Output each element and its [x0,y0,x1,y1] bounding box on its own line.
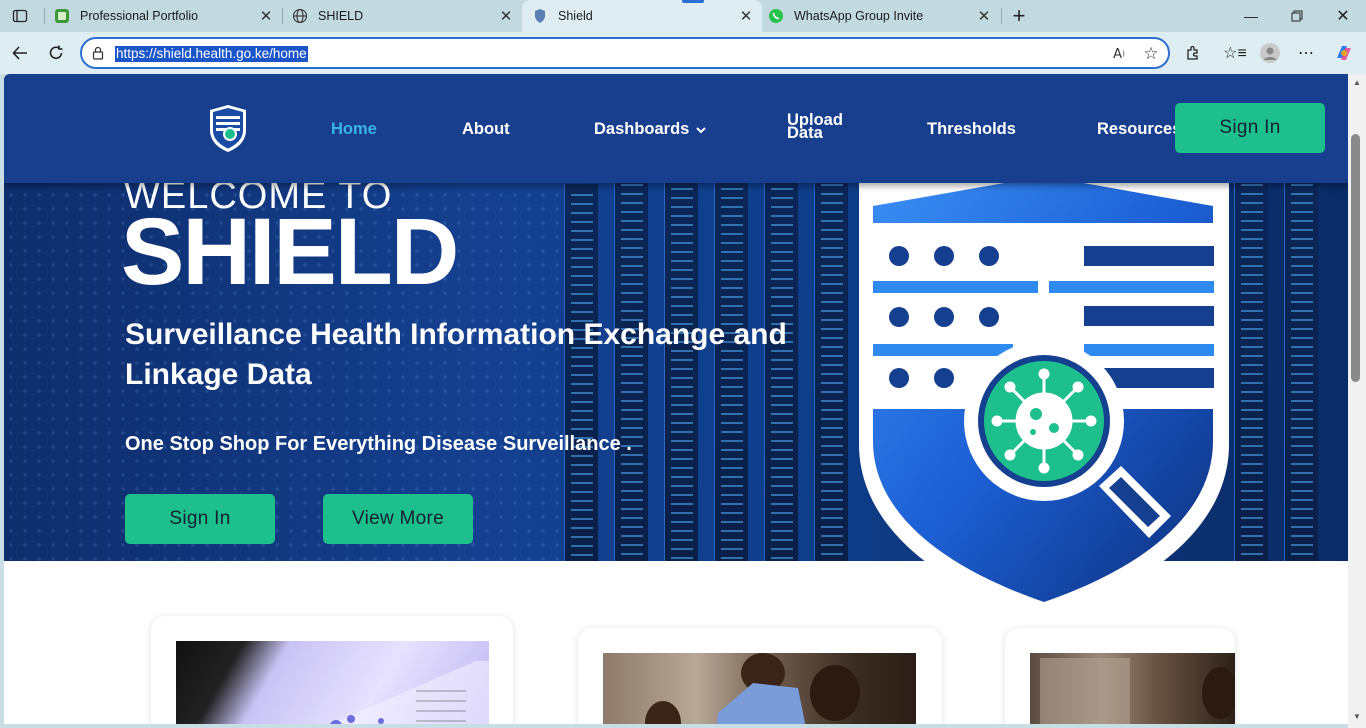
copilot-icon[interactable] [1330,39,1358,67]
nav-thresholds[interactable]: Thresholds [927,120,1016,139]
lock-icon[interactable] [91,46,105,65]
more-options-icon[interactable]: ⋯ [1292,39,1320,67]
whatsapp-icon [768,8,784,24]
refresh-button[interactable] [42,39,70,67]
card-image-dashboard-laptop [176,641,489,724]
close-icon[interactable]: ✕ [496,7,516,25]
shield-logo[interactable] [208,104,248,159]
server-rack [1234,174,1268,561]
nav-upload-data[interactable]: Upload Data [787,112,857,142]
chevron-down-icon [696,127,706,134]
feature-card[interactable] [151,616,513,724]
close-icon[interactable]: ✕ [974,7,994,25]
page-viewport: Home About Dashboards Upload Data Thresh… [4,74,1348,724]
restore-button[interactable] [1274,0,1320,32]
close-icon[interactable]: ✕ [256,7,276,25]
hero-title: SHIELD [121,199,459,305]
tab-professional-portfolio[interactable]: Professional Portfolio ✕ [44,0,282,32]
scroll-up-arrow-icon[interactable]: ▲ [1353,78,1361,87]
card-image-team-meeting [603,653,916,724]
view-more-button[interactable]: View More [323,494,473,544]
favorites-icon[interactable]: ☆≡ [1221,39,1249,67]
back-button[interactable] [6,39,34,67]
nav-home[interactable]: Home [331,120,377,139]
new-tab-button[interactable]: + [996,0,1042,32]
portfolio-favicon [54,8,70,24]
server-rack [1284,174,1318,561]
nav-resources[interactable]: Resources [1097,120,1181,139]
tab-title: WhatsApp Group Invite [794,9,924,23]
tab-shield-active[interactable]: Shield ✕ [522,0,762,32]
nav-dashboards-label: Dashboards [594,120,690,138]
browser-tab-strip: Professional Portfolio ✕ SHIELD ✕ Shield… [0,0,1366,32]
hero-tagline: One Stop Shop For Everything Disease Sur… [125,433,632,455]
nav-dashboards[interactable]: Dashboards [594,120,706,139]
tab-title: Professional Portfolio [80,9,199,23]
nav-about[interactable]: About [462,120,510,139]
tab-whatsapp[interactable]: WhatsApp Group Invite ✕ [762,0,1000,32]
card-image-field-work [1030,653,1235,724]
hero-subtitle: Surveillance Health Information Exchange… [125,318,787,391]
shield-favicon [532,8,548,24]
read-aloud-icon[interactable]: A) [1110,45,1128,63]
close-window-button[interactable]: ✕ [1320,0,1366,32]
profile-avatar[interactable] [1256,39,1284,67]
site-navbar: Home About Dashboards Upload Data Thresh… [4,74,1348,183]
scroll-down-arrow-icon[interactable]: ▼ [1353,712,1361,721]
nav-sign-in-button[interactable]: Sign In [1175,103,1325,153]
scroll-thumb[interactable] [1351,134,1360,382]
tab-shield-globe[interactable]: SHIELD ✕ [282,0,522,32]
tab-title: SHIELD [318,9,364,23]
minimize-button[interactable]: — [1228,0,1274,32]
globe-icon [292,8,308,24]
address-bar[interactable]: https://shield.health.go.ke/home A) ☆ [80,37,1170,69]
url-text[interactable]: https://shield.health.go.ke/home [115,46,308,62]
shield-virus-illustration [851,166,1236,636]
browser-toolbar: https://shield.health.go.ke/home A) ☆ ☆≡… [0,32,1366,74]
tab-actions-icon[interactable] [6,2,34,30]
close-icon[interactable]: ✕ [736,7,756,25]
favorite-star-icon[interactable]: ☆ [1142,44,1160,63]
feature-card[interactable] [1005,628,1235,724]
extensions-icon[interactable] [1179,39,1207,67]
page-scrollbar[interactable]: ▲ ▼ [1348,74,1366,728]
feature-card[interactable] [578,628,942,724]
hero-sign-in-button[interactable]: Sign In [125,494,275,544]
tab-title: Shield [558,9,593,23]
